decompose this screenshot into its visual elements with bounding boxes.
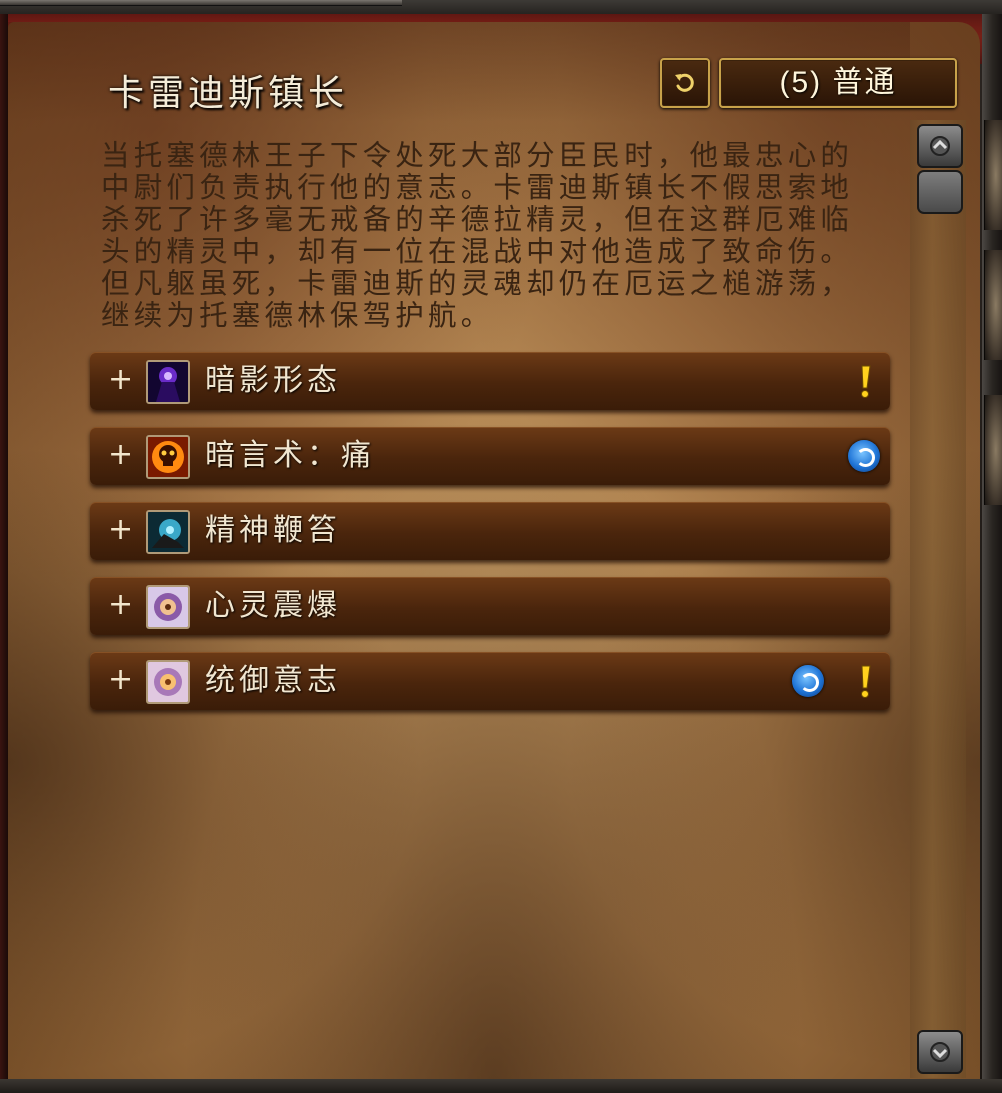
chevron-down-icon [930,1042,950,1062]
ability-label: 暗言术：痛 [205,438,375,473]
magic-effect-icon [792,665,824,697]
ability-label: 精神鞭笞 [205,513,341,548]
scroll-down-button[interactable] [917,1030,963,1074]
alert-icon [861,665,871,698]
left-border [0,14,8,1093]
expand-icon[interactable]: + [108,439,133,471]
boss-title: 卡雷迪斯镇长 [108,73,349,114]
ability-label: 暗影形态 [205,363,341,398]
shadow-word-pain-icon [146,435,190,479]
side-tab-2[interactable] [984,250,1002,360]
ability-label: 统御意志 [205,663,341,698]
side-tab-1[interactable] [984,120,1002,230]
mind-flay-icon [146,510,190,554]
scrollbar-track[interactable] [910,120,966,1078]
top-bar-segment [0,0,402,6]
top-bar [0,0,1002,15]
ability-row-mind-flay[interactable]: + 精神鞭笞 [90,502,890,560]
boss-description: 当托塞德林王子下令处死大部分臣民时，他最忠心的 中尉们负责执行他的意志。卡雷迪斯… [101,139,854,332]
ability-label: 心灵震爆 [205,588,341,623]
ability-row-shadow-word-pain[interactable]: + 暗言术：痛 [90,427,890,485]
dominate-mind-icon [146,660,190,704]
shadowform-icon [146,360,190,404]
side-tab-3[interactable] [984,395,1002,505]
expand-icon[interactable]: + [108,514,133,546]
expand-icon[interactable]: + [108,364,133,396]
ability-row-shadowform[interactable]: + 暗影形态 [90,352,890,410]
scroll-up-button[interactable] [917,124,963,168]
mind-blast-icon [146,585,190,629]
expand-icon[interactable]: + [108,664,133,696]
reset-icon [675,73,694,92]
scroll-thumb[interactable] [917,170,963,214]
difficulty-label: (5) 普通 [779,66,897,99]
alert-icon [861,365,871,398]
ability-row-dominate-mind[interactable]: + 统御意志 [90,652,890,710]
reset-button[interactable] [660,58,710,108]
ability-row-mind-blast[interactable]: + 心灵震爆 [90,577,890,635]
chevron-up-icon [930,136,950,156]
magic-effect-icon [848,440,880,472]
expand-icon[interactable]: + [108,589,133,621]
bottom-border [0,1079,1002,1093]
difficulty-button[interactable]: (5) 普通 [719,58,957,108]
